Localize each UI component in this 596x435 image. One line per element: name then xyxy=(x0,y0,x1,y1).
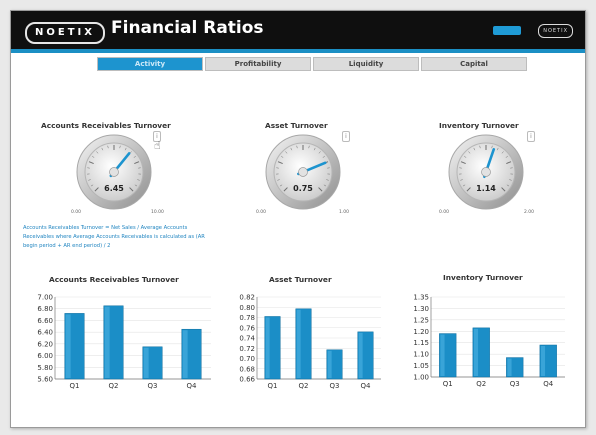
y-tick-label: 1.10 xyxy=(413,351,429,359)
bar-highlight xyxy=(296,309,301,378)
y-tick-label: 0.74 xyxy=(239,335,255,343)
y-tick-label: 1.15 xyxy=(413,339,429,347)
gauge-max-label: 10.00 xyxy=(151,210,164,215)
gauge-hub xyxy=(481,167,491,177)
x-tick-label: Q1 xyxy=(443,380,453,388)
y-tick-label: 5.60 xyxy=(37,376,53,384)
gauge-min-label: 0.00 xyxy=(439,210,450,215)
x-tick-label: Q2 xyxy=(299,382,309,390)
gauge-value: 6.45 xyxy=(104,184,124,193)
x-tick-label: Q3 xyxy=(148,382,158,390)
info-icon[interactable]: i xyxy=(527,131,535,142)
y-tick-label: 6.40 xyxy=(37,329,53,337)
x-tick-label: Q1 xyxy=(70,382,80,390)
chart-title-asset: Asset Turnover xyxy=(269,275,332,284)
x-tick-label: Q4 xyxy=(187,382,198,390)
gauge-ar-turnover: 6.45 xyxy=(76,134,152,210)
y-tick-label: 6.00 xyxy=(37,352,53,360)
page-title: Financial Ratios xyxy=(111,18,264,38)
tab-capital[interactable]: Capital xyxy=(421,57,527,71)
y-tick-label: 6.60 xyxy=(37,317,53,325)
gauge-max-label: 1.00 xyxy=(339,210,350,215)
bar-chart-inventory-turnover: 1.35 1.30 1.25 1.20 1.15 1.10 1.05 1.00 Q1 Q2 Q3 Q4 xyxy=(413,294,565,388)
dashboard-window: NOETIX Financial Ratios NOETIX Activity … xyxy=(10,10,586,428)
tab-profitability[interactable]: Profitability xyxy=(205,57,311,71)
x-tick-label: Q3 xyxy=(330,382,340,390)
gauge-hub xyxy=(298,167,308,177)
bar-highlight xyxy=(104,306,110,378)
y-tick-label: 7.00 xyxy=(37,294,53,302)
y-tick-label: 6.80 xyxy=(37,305,53,313)
y-tick-label: 1.25 xyxy=(413,316,429,324)
y-tick-label: 6.20 xyxy=(37,340,53,348)
chart-title-inventory: Inventory Turnover xyxy=(443,273,523,282)
bar-highlight xyxy=(507,358,512,376)
x-tick-label: Q2 xyxy=(109,382,119,390)
bar-highlight xyxy=(473,328,479,376)
gauge-hub xyxy=(109,167,119,177)
tab-activity[interactable]: Activity xyxy=(97,57,203,71)
y-tick-label: 0.76 xyxy=(239,324,255,332)
x-tick-label: Q4 xyxy=(361,382,372,390)
bar-highlight xyxy=(65,314,71,378)
bar-highlight xyxy=(358,332,363,378)
y-tick-label: 1.00 xyxy=(413,374,429,382)
y-tick-label: 0.78 xyxy=(239,314,255,322)
gauge-title-asset: Asset Turnover xyxy=(265,121,328,130)
noetix-logo: NOETIX xyxy=(25,22,105,44)
tab-liquidity[interactable]: Liquidity xyxy=(313,57,419,71)
bar-highlight xyxy=(182,330,188,378)
gauge-value: 0.75 xyxy=(293,184,313,193)
y-tick-label: 0.80 xyxy=(239,304,255,312)
x-tick-label: Q4 xyxy=(543,380,554,388)
accent-strip xyxy=(11,49,585,53)
top-bar: NOETIX Financial Ratios NOETIX xyxy=(11,11,585,49)
corner-logo: NOETIX xyxy=(538,24,573,38)
y-tick-label: 0.66 xyxy=(239,376,255,384)
bar-highlight xyxy=(143,347,149,378)
formula-description: Accounts Receivables Turnover = Net Sale… xyxy=(23,225,205,249)
y-tick-label: 0.70 xyxy=(239,355,255,363)
info-icon[interactable]: i xyxy=(342,131,350,142)
gauge-inventory-turnover: 1.14 xyxy=(448,134,524,210)
y-tick-label: 1.20 xyxy=(413,328,429,336)
y-tick-label: 1.05 xyxy=(413,362,429,370)
gauge-title-inventory: Inventory Turnover xyxy=(439,121,519,130)
x-tick-label: Q3 xyxy=(510,380,520,388)
y-tick-label: 0.68 xyxy=(239,365,255,373)
y-tick-label: 0.82 xyxy=(239,294,255,302)
bar-chart-ar-turnover: 7.00 6.80 6.60 6.40 6.20 6.00 5.80 5.60 Q1 Q2 Q3 Q4 xyxy=(37,294,211,390)
chart-title-ar: Accounts Receivables Turnover xyxy=(49,275,179,284)
y-tick-label: 1.35 xyxy=(413,294,429,302)
bar-chart-asset-turnover: 0.82 0.80 0.78 0.76 0.74 0.72 0.70 0.68 0.66 Q1 Q2… xyxy=(239,294,381,390)
bar-highlight xyxy=(440,334,445,376)
gauge-min-label: 0.00 xyxy=(256,210,267,215)
x-tick-label: Q2 xyxy=(476,380,486,388)
y-tick-label: 0.72 xyxy=(239,345,255,353)
gauge-title-ar: Accounts Receivables Turnover xyxy=(41,121,171,130)
gauge-max-label: 2.00 xyxy=(524,210,535,215)
tab-bar: Activity Profitability Liquidity Capital xyxy=(97,57,529,71)
gauge-value: 1.14 xyxy=(476,184,496,193)
hand-cursor-icon: ☝ xyxy=(154,139,161,152)
y-tick-label: 5.80 xyxy=(37,364,53,372)
bar-highlight xyxy=(265,317,270,378)
gauge-asset-turnover: 0.75 xyxy=(265,134,341,210)
header-action-button[interactable] xyxy=(493,26,521,35)
bar-highlight xyxy=(327,350,332,378)
y-tick-label: 1.30 xyxy=(413,305,429,313)
gauge-min-label: 0.00 xyxy=(71,210,82,215)
bar-highlight xyxy=(540,346,546,376)
x-tick-label: Q1 xyxy=(268,382,278,390)
